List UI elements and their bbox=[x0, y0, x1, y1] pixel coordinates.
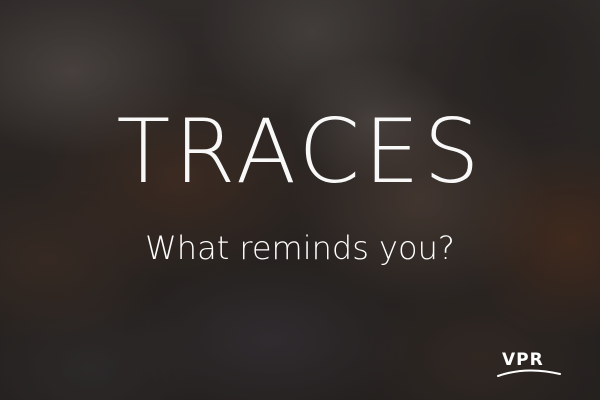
logo-text: VPR bbox=[502, 350, 544, 370]
promo-graphic: TRACES What reminds you? VPR bbox=[0, 0, 600, 400]
vpr-logo: VPR bbox=[496, 350, 566, 378]
tagline: What reminds you? bbox=[145, 229, 455, 267]
headline: TRACES bbox=[116, 100, 484, 203]
